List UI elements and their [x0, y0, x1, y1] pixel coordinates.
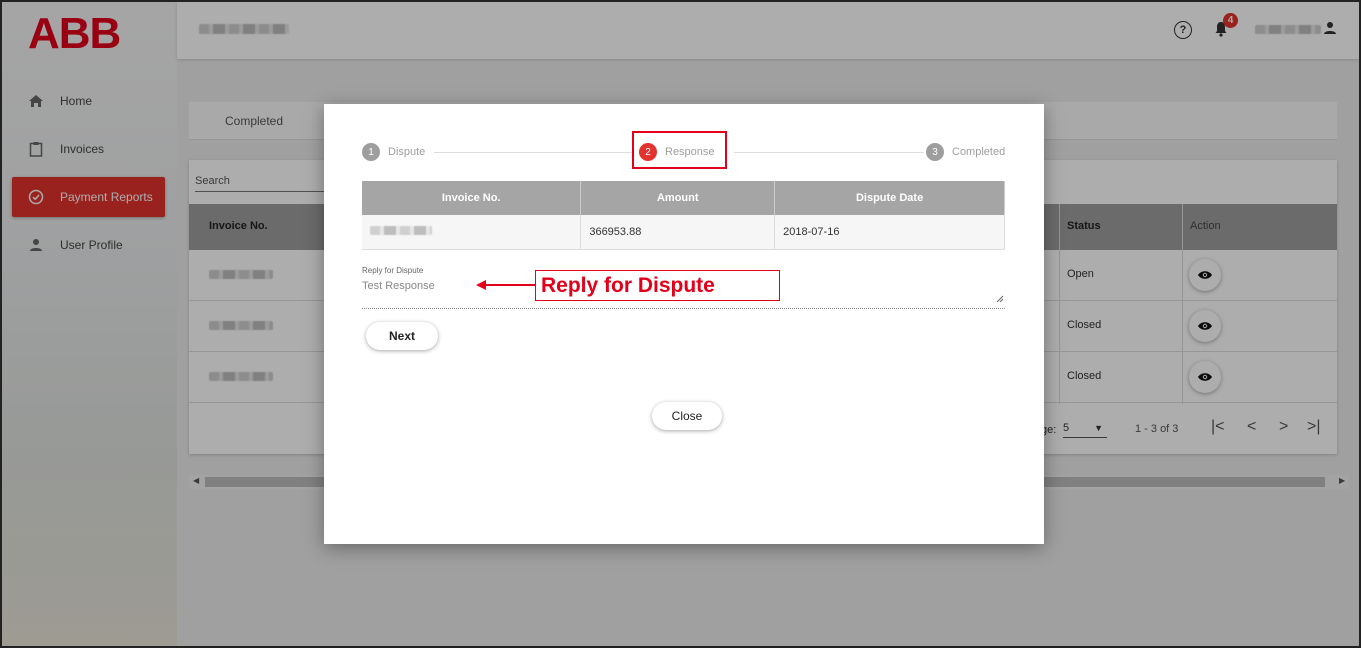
table-row: 366953.88 2018-07-16: [362, 215, 1005, 250]
invoice-cell: [362, 215, 582, 250]
amount-cell: 366953.88: [580, 215, 776, 250]
next-button[interactable]: Next: [366, 322, 438, 350]
stepper-connector: [734, 152, 924, 153]
step-dispute: 1 Dispute: [362, 143, 425, 161]
step-completed: 3 Completed: [926, 143, 1005, 161]
stepper-connector: [434, 152, 634, 153]
close-button[interactable]: Close: [652, 402, 722, 430]
dispute-table: Invoice No. Amount Dispute Date 366953.8…: [362, 181, 1005, 250]
resize-handle-icon[interactable]: [996, 295, 1004, 303]
column-header-invoice: Invoice No.: [362, 181, 582, 215]
column-header-dispute-date: Dispute Date: [774, 181, 1005, 215]
annotation-callout: Reply for Dispute: [535, 270, 780, 301]
dispute-modal: 1 Dispute 2 Response 3 Completed Invoice…: [324, 104, 1044, 544]
reply-underline: [362, 308, 1005, 309]
invoice-number-redacted: [370, 225, 432, 235]
dispute-date-cell: 2018-07-16: [774, 215, 1005, 250]
reply-textarea[interactable]: Test Response: [362, 280, 435, 292]
app-window: ABB Home Invoices Payment Reports User P: [0, 0, 1361, 648]
annotation-highlight-box: [632, 131, 727, 169]
column-header-amount: Amount: [580, 181, 776, 215]
reply-field-label: Reply for Dispute: [362, 266, 424, 275]
annotation-arrow: [484, 284, 536, 286]
